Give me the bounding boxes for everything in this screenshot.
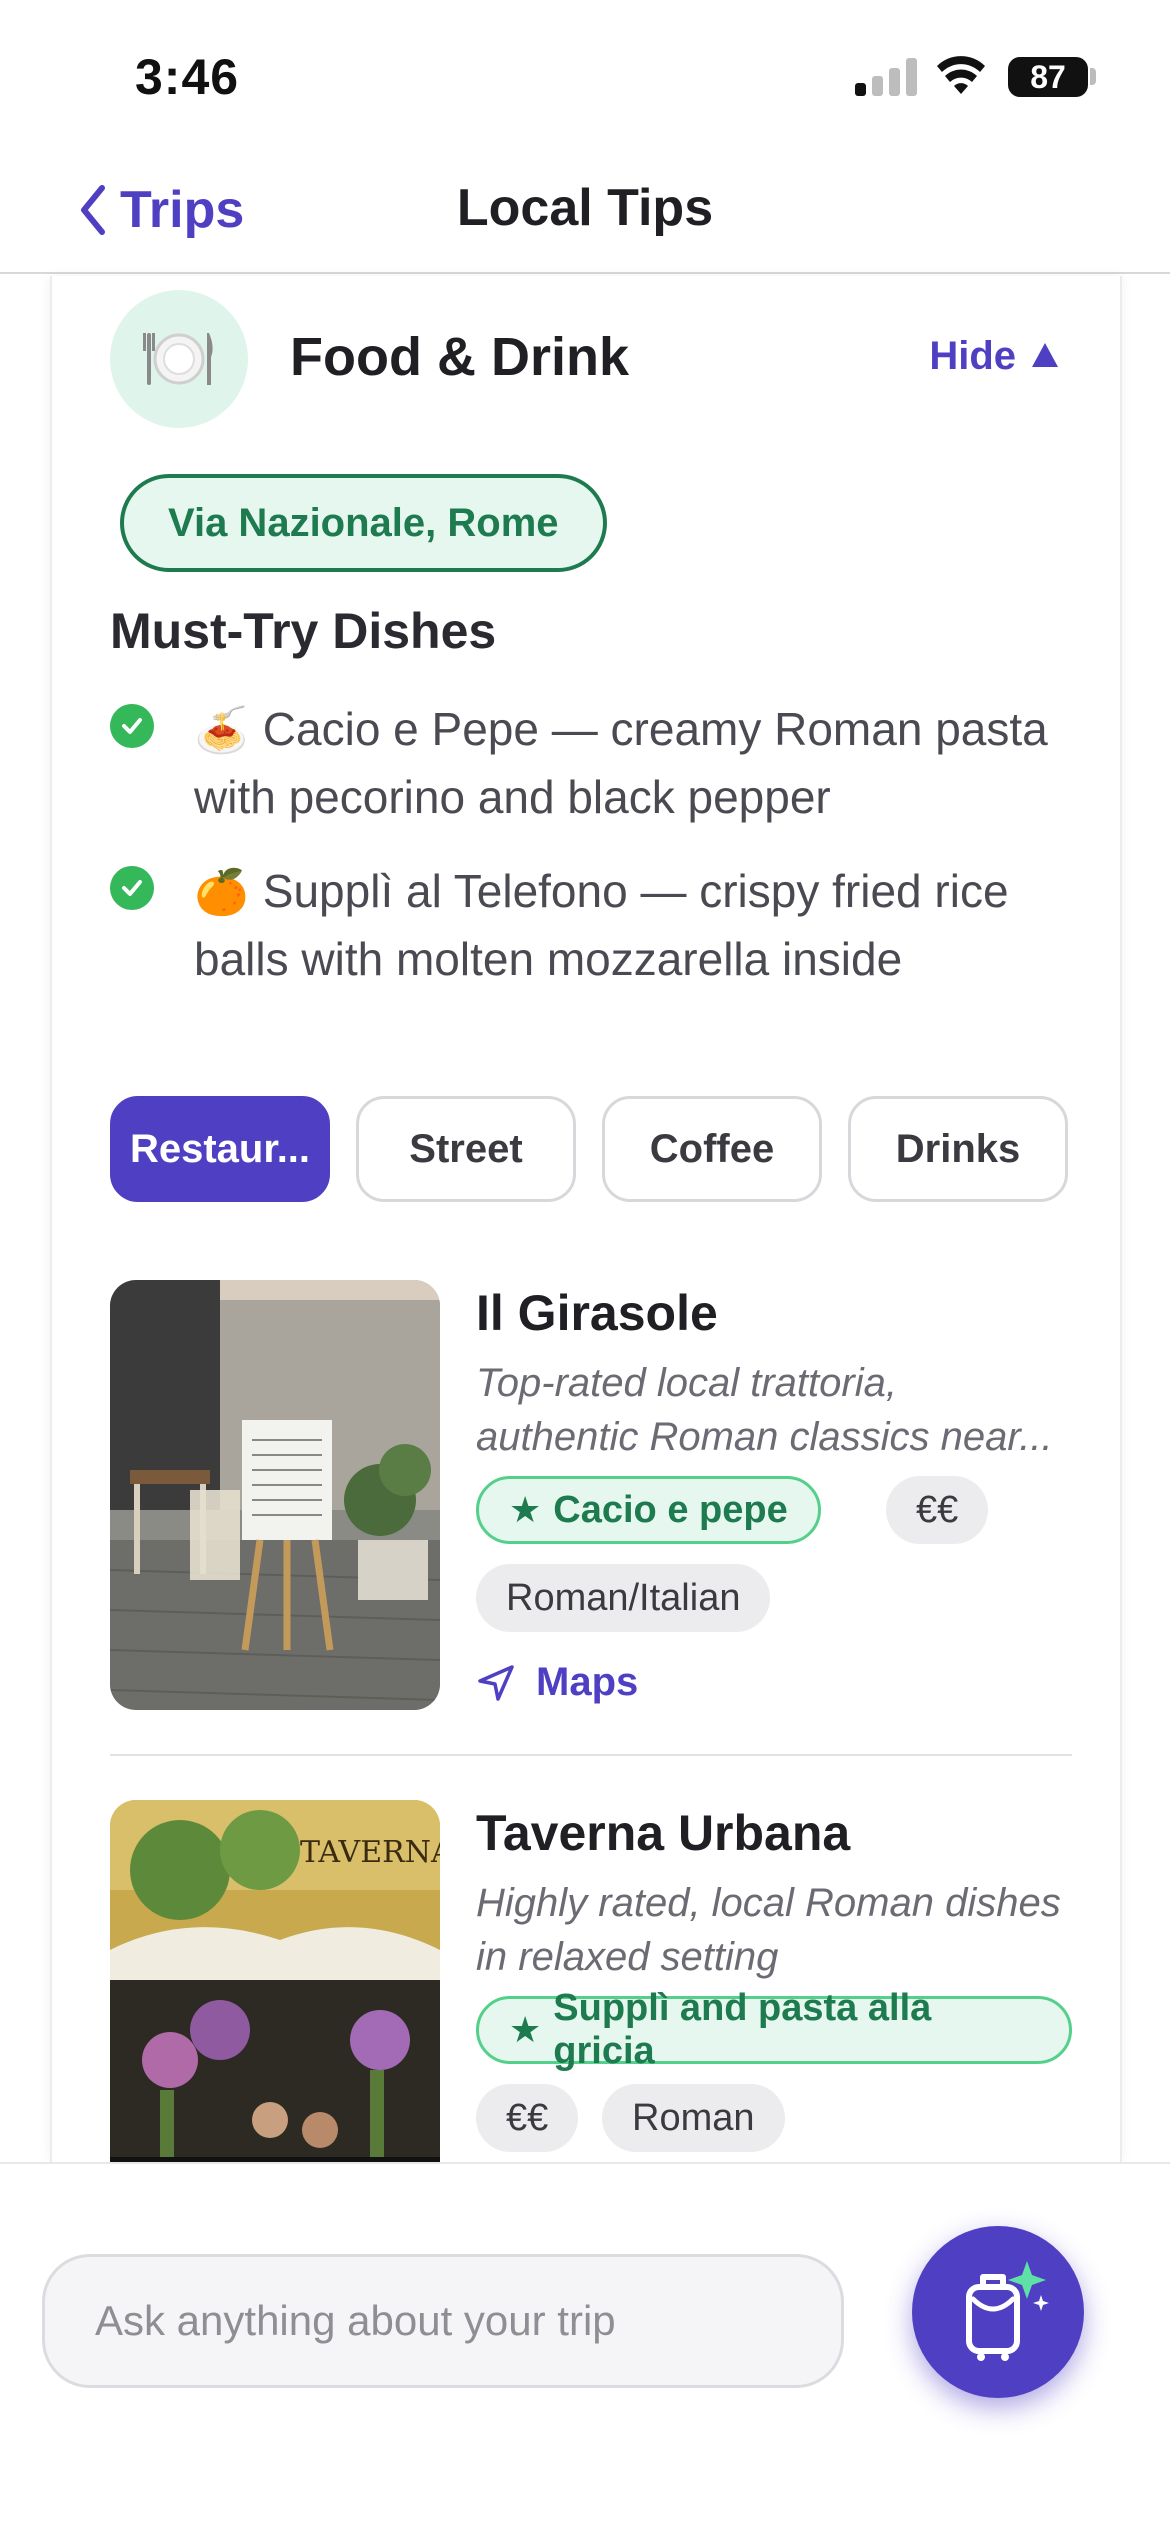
place-card[interactable]: Il Girasole Top-rated local trattoria, a… <box>110 1280 1072 1720</box>
status-bar: 3:46 87 <box>0 0 1170 150</box>
suitcase-sparkle-icon <box>966 2261 1049 2361</box>
spaghetti-icon: 🍝 <box>194 706 249 755</box>
filter-chip-street[interactable]: Street <box>356 1096 576 1202</box>
navigation-bar: Trips Local Tips <box>0 150 1170 274</box>
place-photo: TAVERNA UR <box>110 1800 440 2162</box>
price-tag: €€ <box>886 1476 989 1544</box>
check-circle-icon <box>110 704 154 748</box>
star-icon: ★ <box>509 1489 542 1530</box>
wifi-icon <box>937 56 985 94</box>
ai-assistant-button[interactable] <box>912 2226 1084 2398</box>
maps-button[interactable]: Maps <box>476 1660 638 1705</box>
place-description: Highly rated, local Roman dishes in rela… <box>476 1881 1061 1979</box>
cellular-signal-icon <box>855 58 917 96</box>
dish-description: Supplì al Telefono — crispy fried rice b… <box>194 865 1009 985</box>
cuisine-tag: Roman/Italian <box>476 1564 771 1632</box>
filter-chip-restaurants[interactable]: Restaur... <box>110 1096 330 1202</box>
page-title: Local Tips <box>456 179 714 237</box>
chat-bar: Ask anything about your trip <box>0 2162 1170 2532</box>
chat-input[interactable]: Ask anything about your trip <box>42 2254 844 2388</box>
divider <box>110 1754 1072 1756</box>
dish-item: 🍝 Cacio e Pepe — creamy Roman pasta with … <box>110 696 1070 836</box>
status-time: 3:46 <box>135 49 240 105</box>
place-name: Taverna Urbana <box>476 1805 851 1861</box>
dish-text: 🍊 Supplì al Telefono — crispy fried rice … <box>194 858 1074 992</box>
place-photo <box>110 1280 440 1710</box>
dish-text: 🍝 Cacio e Pepe — creamy Roman pasta with … <box>194 696 1074 830</box>
place-name: Il Girasole <box>476 1285 718 1341</box>
place-description: Top-rated local trattoria, authentic Rom… <box>476 1361 1053 1459</box>
dish-description: Cacio e Pepe — creamy Roman pasta with p… <box>194 703 1048 823</box>
battery-cap <box>1090 68 1096 85</box>
check-circle-icon <box>110 866 154 910</box>
cuisine-tag: Roman <box>602 2084 785 2152</box>
plate-cutlery-icon <box>110 290 248 428</box>
filter-chips: Restaur... Street Coffee Drinks <box>110 1096 1072 1204</box>
food-drink-card: Food & Drink Hide Via Nazionale, Rome Mu… <box>50 276 1122 2162</box>
highlight-label: Supplì and pasta alla gricia <box>553 1987 932 2072</box>
place-card[interactable]: TAVERNA UR Taverna Urbana Highly rated, … <box>110 1800 1072 2162</box>
highlight-tag: ★ Supplì and pasta alla gricia <box>476 1987 1072 2072</box>
highlight-tag: ★ Cacio e pepe <box>476 1476 821 1544</box>
location-pill[interactable]: Via Nazionale, Rome <box>120 474 607 572</box>
maps-label: Maps <box>536 1660 639 1704</box>
star-icon: ★ <box>509 2009 542 2050</box>
sign-text: TAVERNA UR <box>300 1835 440 1870</box>
must-try-heading: Must-Try Dishes <box>110 603 497 659</box>
filter-chip-coffee[interactable]: Coffee <box>602 1096 822 1202</box>
triangle-up-icon <box>1032 342 1058 367</box>
price-tag: €€ <box>476 2084 579 2152</box>
category-title: Food & Drink <box>290 327 629 387</box>
hide-label: Hide <box>929 334 1016 378</box>
highlight-label: Cacio e pepe <box>553 1488 788 1531</box>
filter-chip-drinks[interactable]: Drinks <box>848 1096 1068 1202</box>
hide-button[interactable]: Hide <box>929 334 1058 379</box>
navigation-arrow-icon <box>478 1664 514 1701</box>
battery-icon: 87 <box>1008 57 1088 97</box>
orange-icon: 🍊 <box>194 868 249 917</box>
dish-item: 🍊 Supplì al Telefono — crispy fried rice … <box>110 858 1070 998</box>
